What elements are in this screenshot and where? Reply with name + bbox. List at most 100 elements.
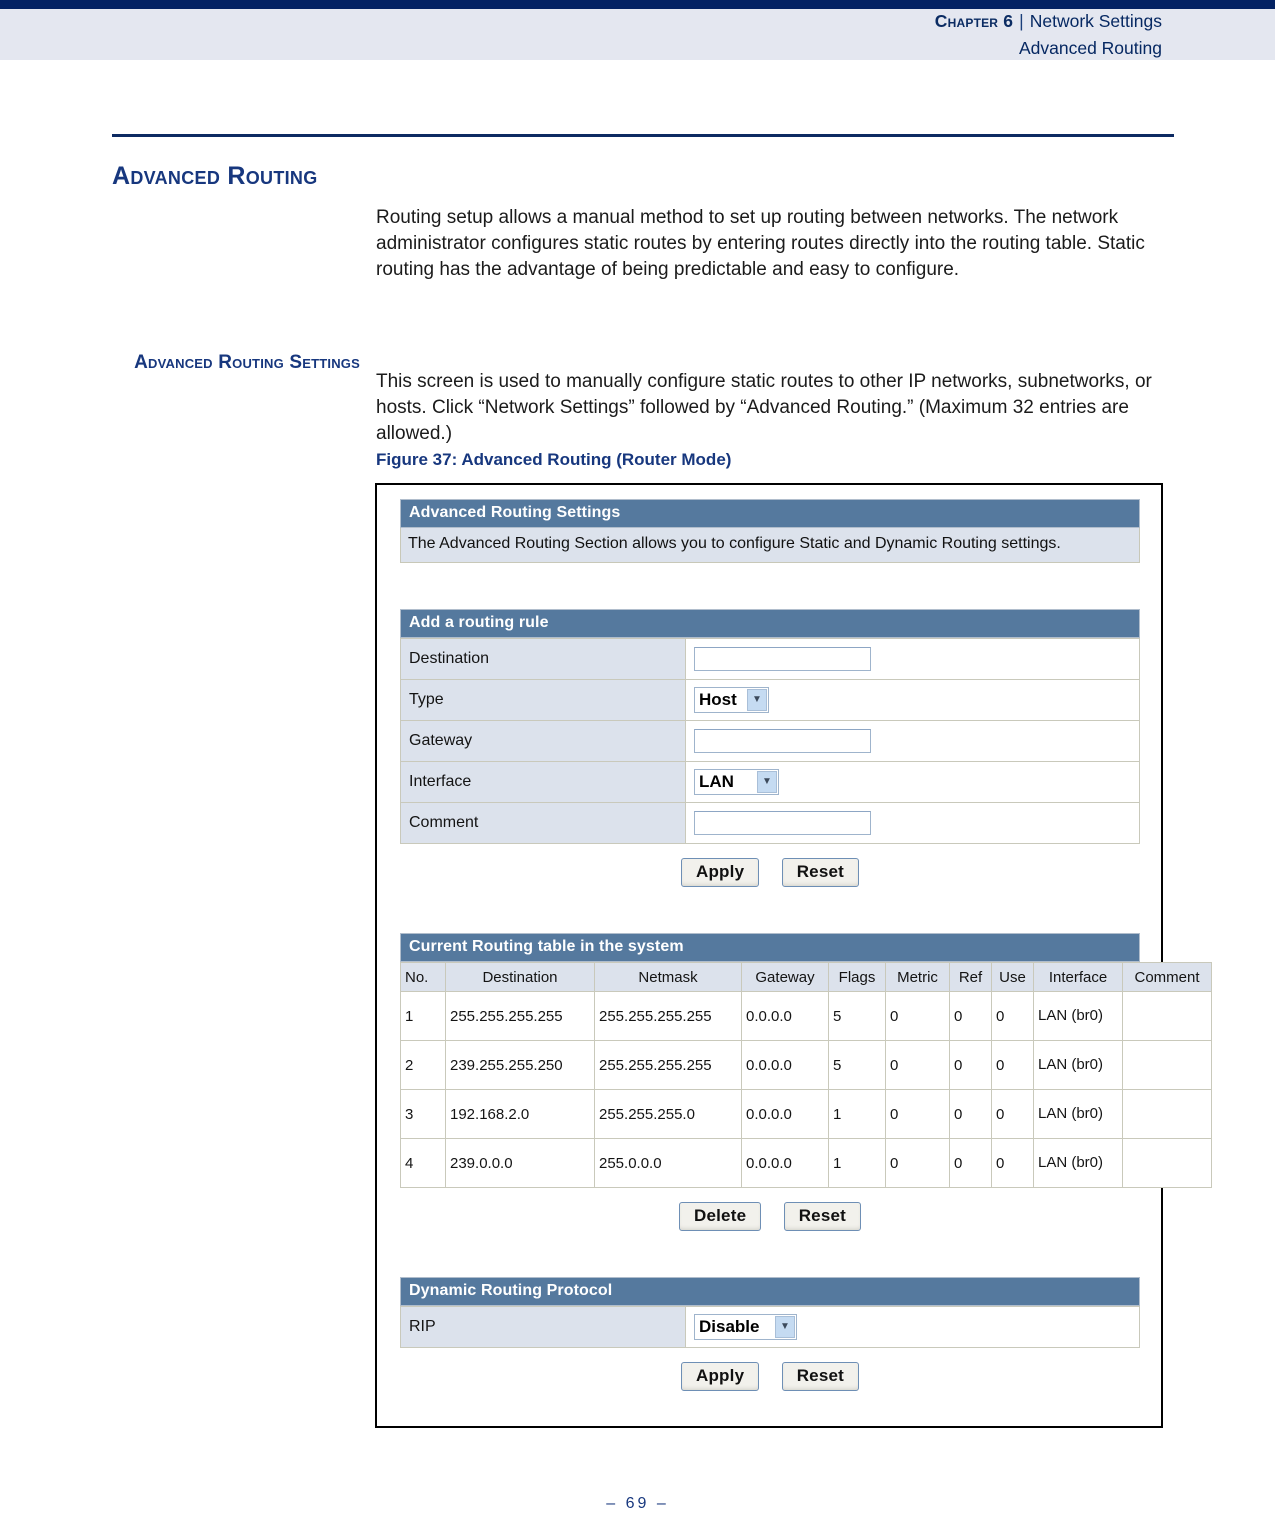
cell-comment bbox=[1122, 1138, 1212, 1188]
add-routing-rule-form: Destination Type Host ▼ Gateway Interfac… bbox=[400, 638, 1140, 844]
cell-gateway: 0.0.0.0 bbox=[741, 1040, 829, 1090]
add-rule-apply-button[interactable]: Apply bbox=[681, 858, 760, 887]
cell-metric: 0 bbox=[885, 1089, 950, 1139]
cell-destination: 255.255.255.255 bbox=[445, 991, 595, 1041]
cell-metric: 0 bbox=[885, 1040, 950, 1090]
cell-comment bbox=[1122, 1089, 1212, 1139]
rip-label: RIP bbox=[400, 1306, 686, 1348]
cell-no: 2 bbox=[400, 1040, 446, 1090]
type-select-value: Host bbox=[699, 690, 737, 709]
dynamic-button-row: Apply Reset bbox=[400, 1348, 1140, 1391]
form-row-type: Type Host ▼ bbox=[400, 679, 1140, 721]
panel-gap-2 bbox=[400, 887, 1140, 933]
header-separator: | bbox=[1019, 11, 1024, 31]
cell-use: 0 bbox=[991, 1040, 1034, 1090]
routing-table-button-row: Delete Reset bbox=[400, 1188, 1140, 1231]
form-row-interface: Interface LAN ▼ bbox=[400, 761, 1140, 803]
cell-comment bbox=[1122, 991, 1212, 1041]
dynamic-reset-button[interactable]: Reset bbox=[781, 1362, 859, 1391]
figure-frame: Advanced Routing Settings The Advanced R… bbox=[375, 483, 1212, 1428]
cell-ref: 0 bbox=[949, 1040, 992, 1090]
cell-metric: 0 bbox=[885, 1138, 950, 1188]
cell-gateway: 0.0.0.0 bbox=[741, 1138, 829, 1188]
interface-select[interactable]: LAN ▼ bbox=[694, 769, 779, 795]
form-row-destination: Destination bbox=[400, 638, 1140, 680]
cell-gateway: 0.0.0.0 bbox=[741, 1089, 829, 1139]
advanced-routing-settings-description: The Advanced Routing Section allows you … bbox=[400, 528, 1140, 563]
add-rule-button-row: Apply Reset bbox=[400, 844, 1140, 887]
cell-interface: LAN (br0) bbox=[1033, 991, 1123, 1041]
col-header-no: No. bbox=[400, 962, 446, 992]
cell-metric: 0 bbox=[885, 991, 950, 1041]
top-navy-rule bbox=[0, 0, 1275, 9]
cell-interface: LAN (br0) bbox=[1033, 1040, 1123, 1090]
cell-destination: 192.168.2.0 bbox=[445, 1089, 595, 1139]
dynamic-apply-button[interactable]: Apply bbox=[681, 1362, 760, 1391]
form-row-comment: Comment bbox=[400, 802, 1140, 844]
current-routing-table: No. Destination Netmask Gateway Flags Me… bbox=[400, 962, 1212, 1188]
form-row-gateway: Gateway bbox=[400, 720, 1140, 762]
panel-gap-1 bbox=[400, 563, 1140, 609]
add-rule-reset-button[interactable]: Reset bbox=[781, 858, 859, 887]
cell-use: 0 bbox=[991, 991, 1034, 1041]
add-routing-rule-title: Add a routing rule bbox=[400, 609, 1140, 638]
table-row[interactable]: 2 239.255.255.250 255.255.255.255 0.0.0.… bbox=[400, 1040, 1212, 1090]
current-routing-table-title: Current Routing table in the system bbox=[400, 933, 1140, 962]
header-chapter-label: Chapter 6 bbox=[934, 11, 1014, 31]
interface-select-value: LAN bbox=[699, 772, 734, 791]
cell-flags: 5 bbox=[828, 1040, 886, 1090]
comment-input[interactable] bbox=[694, 811, 871, 835]
col-header-gateway: Gateway bbox=[741, 962, 829, 992]
cell-no: 1 bbox=[400, 991, 446, 1041]
cell-netmask: 255.0.0.0 bbox=[594, 1138, 742, 1188]
col-header-comment: Comment bbox=[1122, 962, 1212, 992]
panel-gap-3 bbox=[400, 1231, 1140, 1277]
routing-table-header-row: No. Destination Netmask Gateway Flags Me… bbox=[400, 962, 1212, 992]
col-header-use: Use bbox=[991, 962, 1034, 992]
cell-ref: 0 bbox=[949, 991, 992, 1041]
interface-cell: LAN ▼ bbox=[685, 761, 1140, 803]
side-heading: Advanced Routing Settings bbox=[134, 352, 360, 373]
running-header: Chapter 6 | Network Settings Advanced Rout… bbox=[935, 9, 1162, 62]
gateway-input[interactable] bbox=[694, 729, 871, 753]
type-select[interactable]: Host ▼ bbox=[694, 687, 769, 713]
destination-label: Destination bbox=[400, 638, 686, 680]
routing-table-reset-button[interactable]: Reset bbox=[783, 1202, 861, 1231]
col-header-metric: Metric bbox=[885, 962, 950, 992]
cell-flags: 1 bbox=[828, 1089, 886, 1139]
delete-button[interactable]: Delete bbox=[679, 1202, 762, 1231]
rip-cell: Disable ▼ bbox=[685, 1306, 1140, 1348]
cell-ref: 0 bbox=[949, 1138, 992, 1188]
rip-select-value: Disable bbox=[699, 1317, 760, 1336]
cell-netmask: 255.255.255.255 bbox=[594, 1040, 742, 1090]
cell-interface: LAN (br0) bbox=[1033, 1089, 1123, 1139]
page-number: – 69 – bbox=[606, 1495, 669, 1512]
cell-netmask: 255.255.255.0 bbox=[594, 1089, 742, 1139]
table-row[interactable]: 4 239.0.0.0 255.0.0.0 0.0.0.0 1 0 0 0 LA… bbox=[400, 1138, 1212, 1188]
rip-select[interactable]: Disable ▼ bbox=[694, 1314, 797, 1340]
form-row-rip: RIP Disable ▼ bbox=[400, 1306, 1140, 1348]
body-paragraph: This screen is used to manually configur… bbox=[376, 371, 1152, 444]
chevron-down-icon: ▼ bbox=[747, 689, 767, 711]
col-header-destination: Destination bbox=[445, 962, 595, 992]
cell-no: 3 bbox=[400, 1089, 446, 1139]
chevron-down-icon: ▼ bbox=[775, 1316, 795, 1338]
header-section-label: Network Settings bbox=[1029, 11, 1162, 31]
intro-paragraph: Routing setup allows a manual method to … bbox=[376, 207, 1145, 280]
table-row[interactable]: 1 255.255.255.255 255.255.255.255 0.0.0.… bbox=[400, 991, 1212, 1041]
figure-caption: Figure 37: Advanced Routing (Router Mode… bbox=[376, 450, 732, 469]
cell-interface: LAN (br0) bbox=[1033, 1138, 1123, 1188]
cell-comment bbox=[1122, 1040, 1212, 1090]
col-header-ref: Ref bbox=[949, 962, 992, 992]
table-row[interactable]: 3 192.168.2.0 255.255.255.0 0.0.0.0 1 0 … bbox=[400, 1089, 1212, 1139]
comment-cell bbox=[685, 802, 1140, 844]
cell-gateway: 0.0.0.0 bbox=[741, 991, 829, 1041]
cell-destination: 239.255.255.250 bbox=[445, 1040, 595, 1090]
cell-destination: 239.0.0.0 bbox=[445, 1138, 595, 1188]
destination-cell bbox=[685, 638, 1140, 680]
cell-no: 4 bbox=[400, 1138, 446, 1188]
type-label: Type bbox=[400, 679, 686, 721]
destination-input[interactable] bbox=[694, 647, 871, 671]
cell-use: 0 bbox=[991, 1089, 1034, 1139]
cell-ref: 0 bbox=[949, 1089, 992, 1139]
